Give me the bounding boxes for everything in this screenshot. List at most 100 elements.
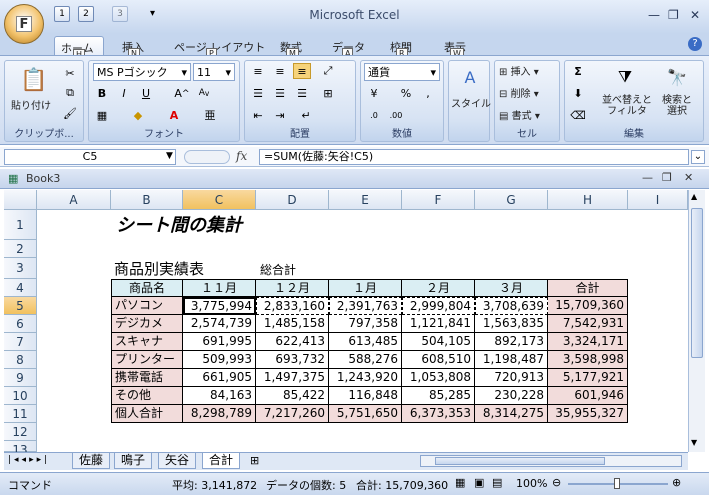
column-header-b[interactable]: B [111,190,183,210]
wb-minimize-icon[interactable]: — [642,171,653,184]
copy-icon[interactable]: ⧉ [61,85,79,101]
number-format-combo[interactable]: 通貨 ▾ [364,63,440,81]
table-row-label[interactable]: スキャナ [111,333,183,351]
table-cell[interactable]: 1,497,375 [256,369,329,387]
office-button[interactable]: F [4,4,44,44]
table-cell[interactable]: 6,373,353 [402,405,475,423]
tab-page-layout[interactable]: ページ レイアウト P [168,36,271,59]
tab-review[interactable]: 校閲R [384,36,418,59]
decrease-decimal-icon[interactable]: .00 [387,107,405,123]
font-size-combo[interactable]: 11 ▾ [193,63,235,81]
column-header-a[interactable]: A [37,190,111,210]
table-cell[interactable]: 116,848 [329,387,402,405]
table-cell[interactable]: 15,709,360 [548,297,628,315]
table-cell[interactable]: 1,198,487 [475,351,548,369]
increase-indent-icon[interactable]: ⇥ [271,107,289,123]
table-row-label[interactable]: プリンター [111,351,183,369]
table-cell[interactable]: 1,121,841 [402,315,475,333]
font-name-combo[interactable]: MS Pゴシック ▾ [93,63,191,81]
table-cell[interactable]: 509,993 [183,351,256,369]
underline-icon[interactable]: U [137,85,155,101]
insert-function-icon[interactable]: fx [236,149,256,165]
close-icon[interactable]: ✕ [690,8,700,22]
row-header[interactable]: 9 [4,369,37,387]
table-row-label[interactable]: 携帯電話 [111,369,183,387]
sort-filter-icon[interactable]: ⧩ [613,65,637,89]
table-header-cell[interactable]: 商品名 [111,279,183,297]
autosum-icon[interactable]: Σ [569,63,587,79]
sort-filter-button[interactable]: 並べ替えと フィルタ [601,95,653,117]
table-cell[interactable]: 1,243,920 [329,369,402,387]
h-scroll-thumb[interactable] [435,457,605,465]
currency-icon[interactable]: ¥ [365,85,383,101]
wrap-text-icon[interactable]: ↵ [297,107,315,123]
row-header[interactable]: 3 [4,258,37,279]
row-header[interactable]: 1 [4,210,37,240]
increase-decimal-icon[interactable]: .0 [365,107,383,123]
zoom-slider-thumb[interactable] [614,478,620,489]
bold-icon[interactable]: B [93,85,111,101]
table-cell[interactable]: 84,163 [183,387,256,405]
table-cell[interactable]: 5,751,650 [329,405,402,423]
row-header[interactable]: 4 [4,279,37,297]
select-all-corner[interactable] [4,190,37,210]
horizontal-scrollbar[interactable] [420,455,682,467]
paste-icon[interactable]: 📋 [19,65,49,95]
row-header[interactable]: 7 [4,333,37,351]
styles-icon[interactable]: A [459,65,481,89]
row-header[interactable]: 5 [4,297,37,315]
table-cell[interactable]: 7,217,260 [256,405,329,423]
fill-color-icon[interactable]: ◆ [129,107,147,123]
table-cell[interactable]: 2,833,160 [256,297,329,315]
table-cell[interactable]: 85,422 [256,387,329,405]
find-select-icon[interactable]: 🔭 [665,65,689,89]
table-cell[interactable]: 622,413 [256,333,329,351]
paste-button[interactable]: 貼り付け [11,97,51,112]
sheet-tab-total[interactable]: 合計 [202,453,241,469]
table-cell[interactable]: 1,485,158 [256,315,329,333]
sheet-tab-naruko[interactable]: 鳴子 [114,453,153,469]
align-middle-icon[interactable]: ≡ [271,63,289,79]
table-cell[interactable]: 8,298,789 [183,405,256,423]
table-header-cell[interactable]: １１月 [183,279,256,297]
table-cell[interactable]: 7,542,931 [548,315,628,333]
grow-font-icon[interactable]: A ^ [173,85,191,101]
name-box[interactable]: C5 [4,149,176,165]
align-left-icon[interactable]: ☰ [249,85,267,101]
normal-view-icon[interactable]: ▦ [455,476,465,489]
table-cell[interactable]: 1,563,835 [475,315,548,333]
table-header-cell[interactable]: ３月 [475,279,548,297]
minimize-icon[interactable]: — [648,8,660,22]
row-header[interactable]: 10 [4,387,37,405]
table-cell[interactable]: 693,732 [256,351,329,369]
column-header-f[interactable]: F [402,190,475,210]
wb-restore-icon[interactable]: ❐ [662,171,672,184]
table-cell[interactable]: 230,228 [475,387,548,405]
table-cell[interactable]: 5,177,921 [548,369,628,387]
column-header-e[interactable]: E [329,190,402,210]
formula-input[interactable]: =SUM(佐藤:矢谷!C5) [259,149,689,165]
formula-bar-grip[interactable] [184,150,230,164]
zoom-in-icon[interactable]: ⊕ [672,476,681,489]
table-cell[interactable]: 1,053,808 [402,369,475,387]
page-break-view-icon[interactable]: ▤ [492,476,502,489]
border-icon[interactable]: ▦ [93,107,111,123]
table-row-label[interactable]: その他 [111,387,183,405]
help-icon[interactable]: ? [688,37,702,51]
column-header-h[interactable]: H [548,190,628,210]
zoom-out-icon[interactable]: ⊖ [552,476,561,489]
styles-button[interactable]: スタイル [451,95,491,110]
name-box-dropdown-icon[interactable]: ▼ [166,151,173,161]
insert-cells-button[interactable]: ⊞ 挿入 ▾ [499,63,539,78]
tab-data[interactable]: データA [326,36,371,59]
table-header-cell[interactable]: １２月 [256,279,329,297]
italic-icon[interactable]: I [115,85,133,101]
table-cell[interactable]: 504,105 [402,333,475,351]
table-cell[interactable]: 892,173 [475,333,548,351]
insert-sheet-icon[interactable]: ⊞ [250,454,259,467]
zoom-level[interactable]: 100% [516,477,547,490]
tab-formulas[interactable]: 数式M [274,36,308,59]
align-top-icon[interactable]: ≡ [249,63,267,79]
align-bottom-icon[interactable]: ≡ [293,63,311,79]
column-header-i[interactable]: I [628,190,688,210]
